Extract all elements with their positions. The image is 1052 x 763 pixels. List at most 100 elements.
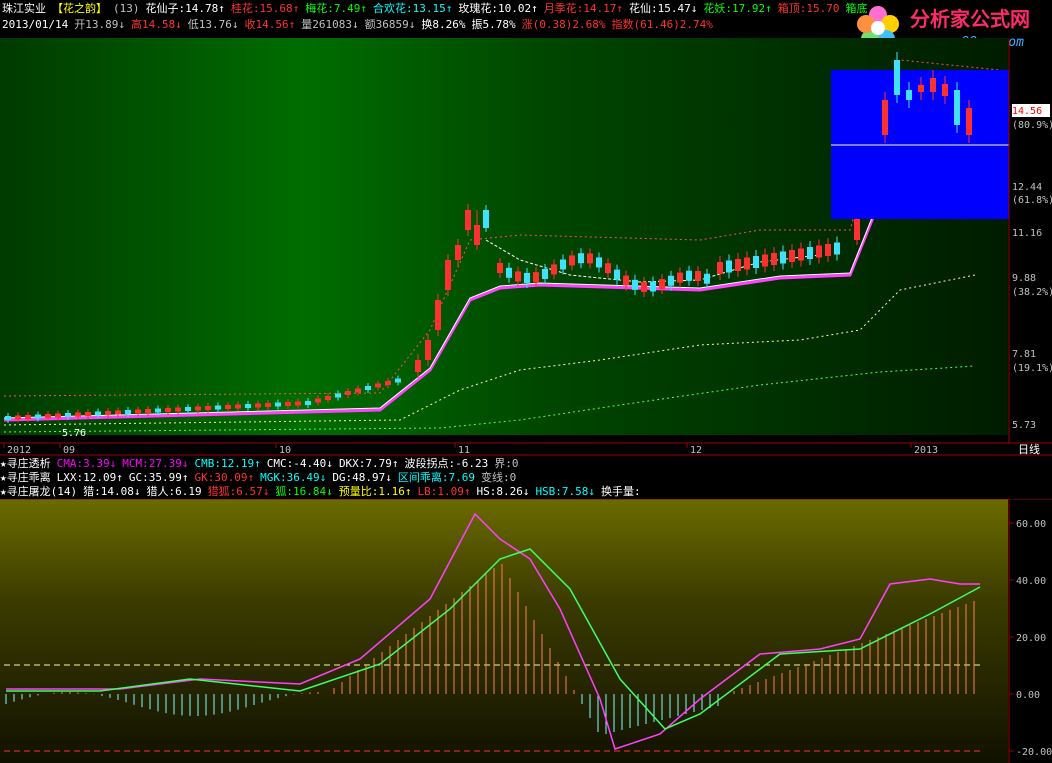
indicator-value: HS:8.26↓ xyxy=(476,485,530,498)
candle-body xyxy=(807,247,813,259)
price-axis-label: 11.16 xyxy=(1012,228,1042,239)
indicator-title[interactable]: ★寻庄透析 xyxy=(0,457,51,470)
candle-body xyxy=(789,250,795,262)
candle-body xyxy=(542,268,548,279)
candle-body xyxy=(780,251,786,264)
candle-body xyxy=(15,415,21,420)
candle-body xyxy=(185,407,191,411)
oscillator-lines xyxy=(6,512,981,750)
candle-body xyxy=(75,412,81,417)
candle-body xyxy=(85,412,91,416)
price-axis: 14.56 (80.9%) 12.44 (61.8%) 11.16 9.88 (38.2%)… xyxy=(1012,104,1052,431)
candle-body xyxy=(569,255,575,266)
price-axis-label: (19.1%) xyxy=(1012,363,1052,374)
box-candle-body xyxy=(906,90,912,100)
candle-body xyxy=(165,408,171,412)
price-axis-label: (38.2%) xyxy=(1012,287,1052,298)
indicator-title[interactable]: ★寻庄屠龙(14) xyxy=(0,485,77,498)
candle-body xyxy=(115,410,121,415)
box-candle-body xyxy=(894,60,900,95)
candle-body xyxy=(474,225,480,245)
candle-body xyxy=(135,409,141,414)
candle-body xyxy=(105,411,111,415)
low-marker: 5.76 xyxy=(62,428,86,439)
indicator-value: HSB:7.58↓ xyxy=(535,485,596,498)
candle-body xyxy=(385,381,391,385)
pink-ma xyxy=(3,161,976,422)
indicator-value: LB:1.09↑ xyxy=(417,485,471,498)
candle-body xyxy=(515,271,521,282)
histogram-bars xyxy=(5,564,975,734)
candle-body xyxy=(335,393,341,398)
candle-body xyxy=(551,264,557,275)
time-axis: 2012 09 10 11 12 2013 日线 xyxy=(3,442,1040,456)
candle-body xyxy=(704,273,710,284)
indicator-row-0[interactable]: ★寻庄透析 CMA:3.39↓ MCM:27.39↓ CMB:12.19↑ CMC:-4… xyxy=(0,457,525,471)
oscillator-chart[interactable]: 60.00 40.00 20.00 0.00 -20.00 xyxy=(0,499,1052,763)
candle-body xyxy=(315,398,321,403)
candle-body xyxy=(578,253,584,264)
indicator-row-1[interactable]: ★寻庄乖离 LXX:12.09↑ GC:35.99↑ GK:30.09↑ MGK:36.… xyxy=(0,471,522,485)
change-ma-line xyxy=(6,548,981,730)
candle-body xyxy=(275,402,281,407)
candle-body xyxy=(325,396,331,400)
candle-body xyxy=(753,256,759,268)
price-axis-label: 9.88 xyxy=(1012,273,1036,284)
candle-body xyxy=(35,414,41,419)
indicator-value: 预量比:1.16↑ xyxy=(338,485,412,498)
time-axis-label: 12 xyxy=(690,445,702,456)
candle-body xyxy=(717,262,723,274)
candle-body xyxy=(695,271,701,282)
period-label[interactable]: 日线 xyxy=(1018,442,1040,456)
candle-body xyxy=(605,263,611,274)
candle-body xyxy=(25,415,31,419)
candle-body xyxy=(497,263,503,273)
time-axis-label: 10 xyxy=(279,445,291,456)
lower-band xyxy=(3,365,976,433)
candle-body xyxy=(483,210,489,228)
candle-body xyxy=(305,401,311,405)
candle-body xyxy=(668,275,674,286)
price-axis-label: 12.44 xyxy=(1012,182,1042,193)
indicator-value: GC:35.99↑ xyxy=(128,471,189,484)
indicator-row-2[interactable]: ★寻庄屠龙(14) 猎:14.08↓ 猎人:6.19 猎狐:6.57↓ 狐:16.84↓… xyxy=(0,485,647,499)
candle-body xyxy=(155,408,161,413)
indicator-value: GK:30.09↑ xyxy=(194,471,255,484)
indicator-value: DG:48.97↓ xyxy=(332,471,392,484)
candle-body xyxy=(235,404,241,409)
candle-body xyxy=(596,257,602,268)
time-axis-label: 09 xyxy=(63,445,75,456)
candle-body xyxy=(125,410,131,414)
indicator-value: 狐:16.84↓ xyxy=(275,485,333,498)
candle-body xyxy=(395,378,401,383)
candle-body xyxy=(225,405,231,409)
candle-body xyxy=(5,416,11,420)
candle-body xyxy=(587,253,593,264)
indicator-value: LXX:12.09↑ xyxy=(56,471,123,484)
candle-body xyxy=(285,402,291,406)
time-axis-label: 2012 xyxy=(7,445,31,456)
indicator-value: 波段拐点:-6.23 xyxy=(404,457,489,470)
indicator-value: CMB:12.19↑ xyxy=(194,457,261,470)
price-axis-label: (61.8%) xyxy=(1012,195,1052,206)
candle-body xyxy=(641,281,647,292)
indicator-value: 界:0 xyxy=(494,457,519,470)
indicator-title[interactable]: ★寻庄乖离 xyxy=(0,471,51,484)
indicator-value: 变线:0 xyxy=(481,471,517,484)
candle-body xyxy=(365,386,371,390)
osc-axis-label: 60.00 xyxy=(1016,519,1046,530)
indicator-value: CMA:3.39↓ xyxy=(56,457,117,470)
candle-body xyxy=(659,279,665,290)
indicator-value: 猎人:6.19 xyxy=(146,485,202,498)
candle-body xyxy=(215,405,221,410)
candle-body xyxy=(686,270,692,281)
candle-body xyxy=(205,406,211,410)
candle-body xyxy=(614,269,620,280)
candle-body xyxy=(798,248,804,261)
candle-body xyxy=(632,279,638,290)
candle-body xyxy=(623,275,629,286)
candle-body xyxy=(650,281,656,292)
time-axis-label: 2013 xyxy=(914,445,938,456)
candle-body xyxy=(195,406,201,411)
osc-axis-label: 20.00 xyxy=(1016,633,1046,644)
